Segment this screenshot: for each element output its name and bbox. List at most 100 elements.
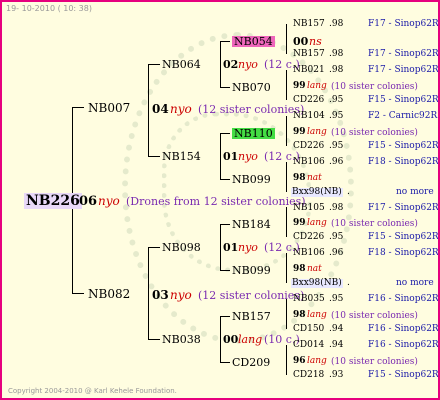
g3-gen: 96 (293, 356, 306, 366)
g4-ref: F2 - Carnic92R (368, 111, 438, 121)
g4-id[interactable]: NB035 (293, 295, 325, 304)
g3-race: lang (307, 127, 327, 137)
g3-id[interactable]: NB099 (232, 265, 271, 276)
g4-ref: F17 - Sinop62R (368, 65, 439, 75)
g4-year: .93 (329, 370, 344, 380)
g4-year: .95 (329, 141, 344, 151)
root-race: nyo (98, 194, 120, 208)
g4-id[interactable]: NB157 (293, 20, 325, 29)
g4-year: .98 (329, 49, 344, 59)
g4-ref: F17 - Sinop62R (368, 49, 439, 59)
g2-id[interactable]: NB064 (162, 59, 201, 70)
g4-ref: F18 - Sinop62R (368, 157, 439, 167)
g4-year: .98 (329, 19, 344, 29)
g4-id[interactable]: CD150 (293, 325, 324, 334)
g3-note: (10 sister colonies) (331, 311, 418, 321)
copyright-footer: Copyright 2004-2010 @ Karl Kehele Founda… (8, 387, 177, 395)
g2-race: nyo (238, 150, 258, 163)
g2-id[interactable]: NB038 (162, 334, 201, 345)
g3-id[interactable]: NB099 (232, 174, 271, 185)
g2-race: nyo (238, 58, 258, 71)
g3-gen: 99 (293, 218, 306, 228)
g2-gen: 02 (223, 58, 239, 71)
g2-gen: 01 (223, 241, 239, 254)
g3-id[interactable]: NB157 (232, 311, 271, 322)
dam-id[interactable]: NB082 (88, 288, 130, 300)
g3-race: lang (307, 356, 327, 366)
g4-year: .98 (329, 65, 344, 75)
g4-year: .95 (329, 95, 344, 105)
g4-year: .95 (329, 294, 344, 304)
g4-id[interactable]: NB157 (293, 50, 325, 59)
g3-note: (10 sister colonies) (331, 128, 418, 138)
g4-id[interactable]: NB021 (293, 66, 325, 75)
root-id[interactable]: NB226 (24, 193, 82, 209)
g4-year: .95 (329, 232, 344, 242)
g4-ref: F17 - Sinop62R (368, 19, 439, 29)
g3-note: (10 sister colonies) (331, 219, 418, 229)
g3-gen: 98 (293, 264, 306, 274)
g3-id[interactable]: NB110 (232, 128, 275, 139)
g3-id[interactable]: NB070 (232, 82, 271, 93)
sire-id[interactable]: NB007 (88, 102, 130, 114)
g4-id[interactable]: CD226 (293, 233, 324, 242)
g4-ref: F16 - Sinop62R (368, 324, 439, 334)
g4-id[interactable]: NB106 (293, 249, 325, 258)
g3-gen: 98 (293, 310, 306, 320)
g2-gen: 00 (223, 333, 239, 346)
pedigree-frame: 19- 10-2010 ( 10: 38) NB226 06 nyo (Dron… (0, 0, 440, 400)
g4-id[interactable]: NB104 (293, 112, 325, 121)
g4-ref: F15 - Sinop62R (368, 370, 439, 380)
g4-id[interactable]: CD226 (293, 96, 324, 105)
g2-race: lang (238, 333, 263, 346)
root-gen: 06 (79, 194, 98, 209)
g3-race: ns (309, 35, 322, 48)
g4-id[interactable]: NB105 (293, 204, 325, 213)
g3-id[interactable]: NB184 (232, 219, 271, 230)
g4-ref: F17 - Sinop62R (368, 203, 439, 213)
g4-ref: no more (396, 278, 434, 288)
g3-race: lang (307, 218, 327, 228)
g3-gen: 00 (293, 35, 309, 48)
g4-id[interactable]: CD014 (293, 341, 324, 350)
g4-year: . (347, 187, 350, 197)
date-stamp: 19- 10-2010 ( 10: 38) (6, 4, 92, 13)
g2-gen: 01 (223, 150, 239, 163)
sire-gen: 04 (152, 102, 169, 116)
g4-year: .94 (329, 324, 344, 334)
g4-year: .96 (329, 157, 344, 167)
g3-id[interactable]: NB054 (232, 36, 275, 47)
g3-note: (10 sister colonies) (331, 82, 418, 92)
g4-year: .95 (329, 111, 344, 121)
g2-id[interactable]: NB098 (162, 242, 201, 253)
g4-ref: F15 - Sinop62R (368, 232, 439, 242)
g4-year: .98 (329, 203, 344, 213)
sire-note: (12 sister colonies) (198, 103, 305, 116)
g4-year: . (347, 278, 350, 288)
sire-race: nyo (170, 102, 192, 116)
g4-ref: no more (396, 187, 434, 197)
dam-note: (12 sister colonies) (198, 289, 305, 302)
g2-id[interactable]: NB154 (162, 151, 201, 162)
dam-gen: 03 (152, 288, 169, 302)
g4-ref: F16 - Sinop62R (368, 340, 439, 350)
g3-gen: 99 (293, 81, 306, 91)
g4-id[interactable]: CD226 (293, 142, 324, 151)
g3-gen: 98 (293, 173, 306, 183)
g4-id[interactable]: NB106 (293, 158, 325, 167)
g4-ref: F15 - Sinop62R (368, 141, 439, 151)
dam-race: nyo (170, 288, 192, 302)
root-note: (Drones from 12 sister colonies) (126, 195, 306, 208)
g3-race: lang (307, 310, 327, 320)
g3-race: nat (307, 173, 322, 183)
g3-gen: 99 (293, 127, 306, 137)
g4-id[interactable]: Bxx98(NB) (291, 188, 343, 197)
g4-id[interactable]: CD218 (293, 371, 324, 380)
g4-year: .96 (329, 248, 344, 258)
g4-ref: F16 - Sinop62R (368, 294, 439, 304)
g4-ref: F18 - Sinop62R (368, 248, 439, 258)
g2-race: nyo (238, 241, 258, 254)
g4-id[interactable]: Bxx98(NB) (291, 279, 343, 288)
g3-race: nat (307, 264, 322, 274)
g3-id[interactable]: CD209 (232, 357, 270, 368)
